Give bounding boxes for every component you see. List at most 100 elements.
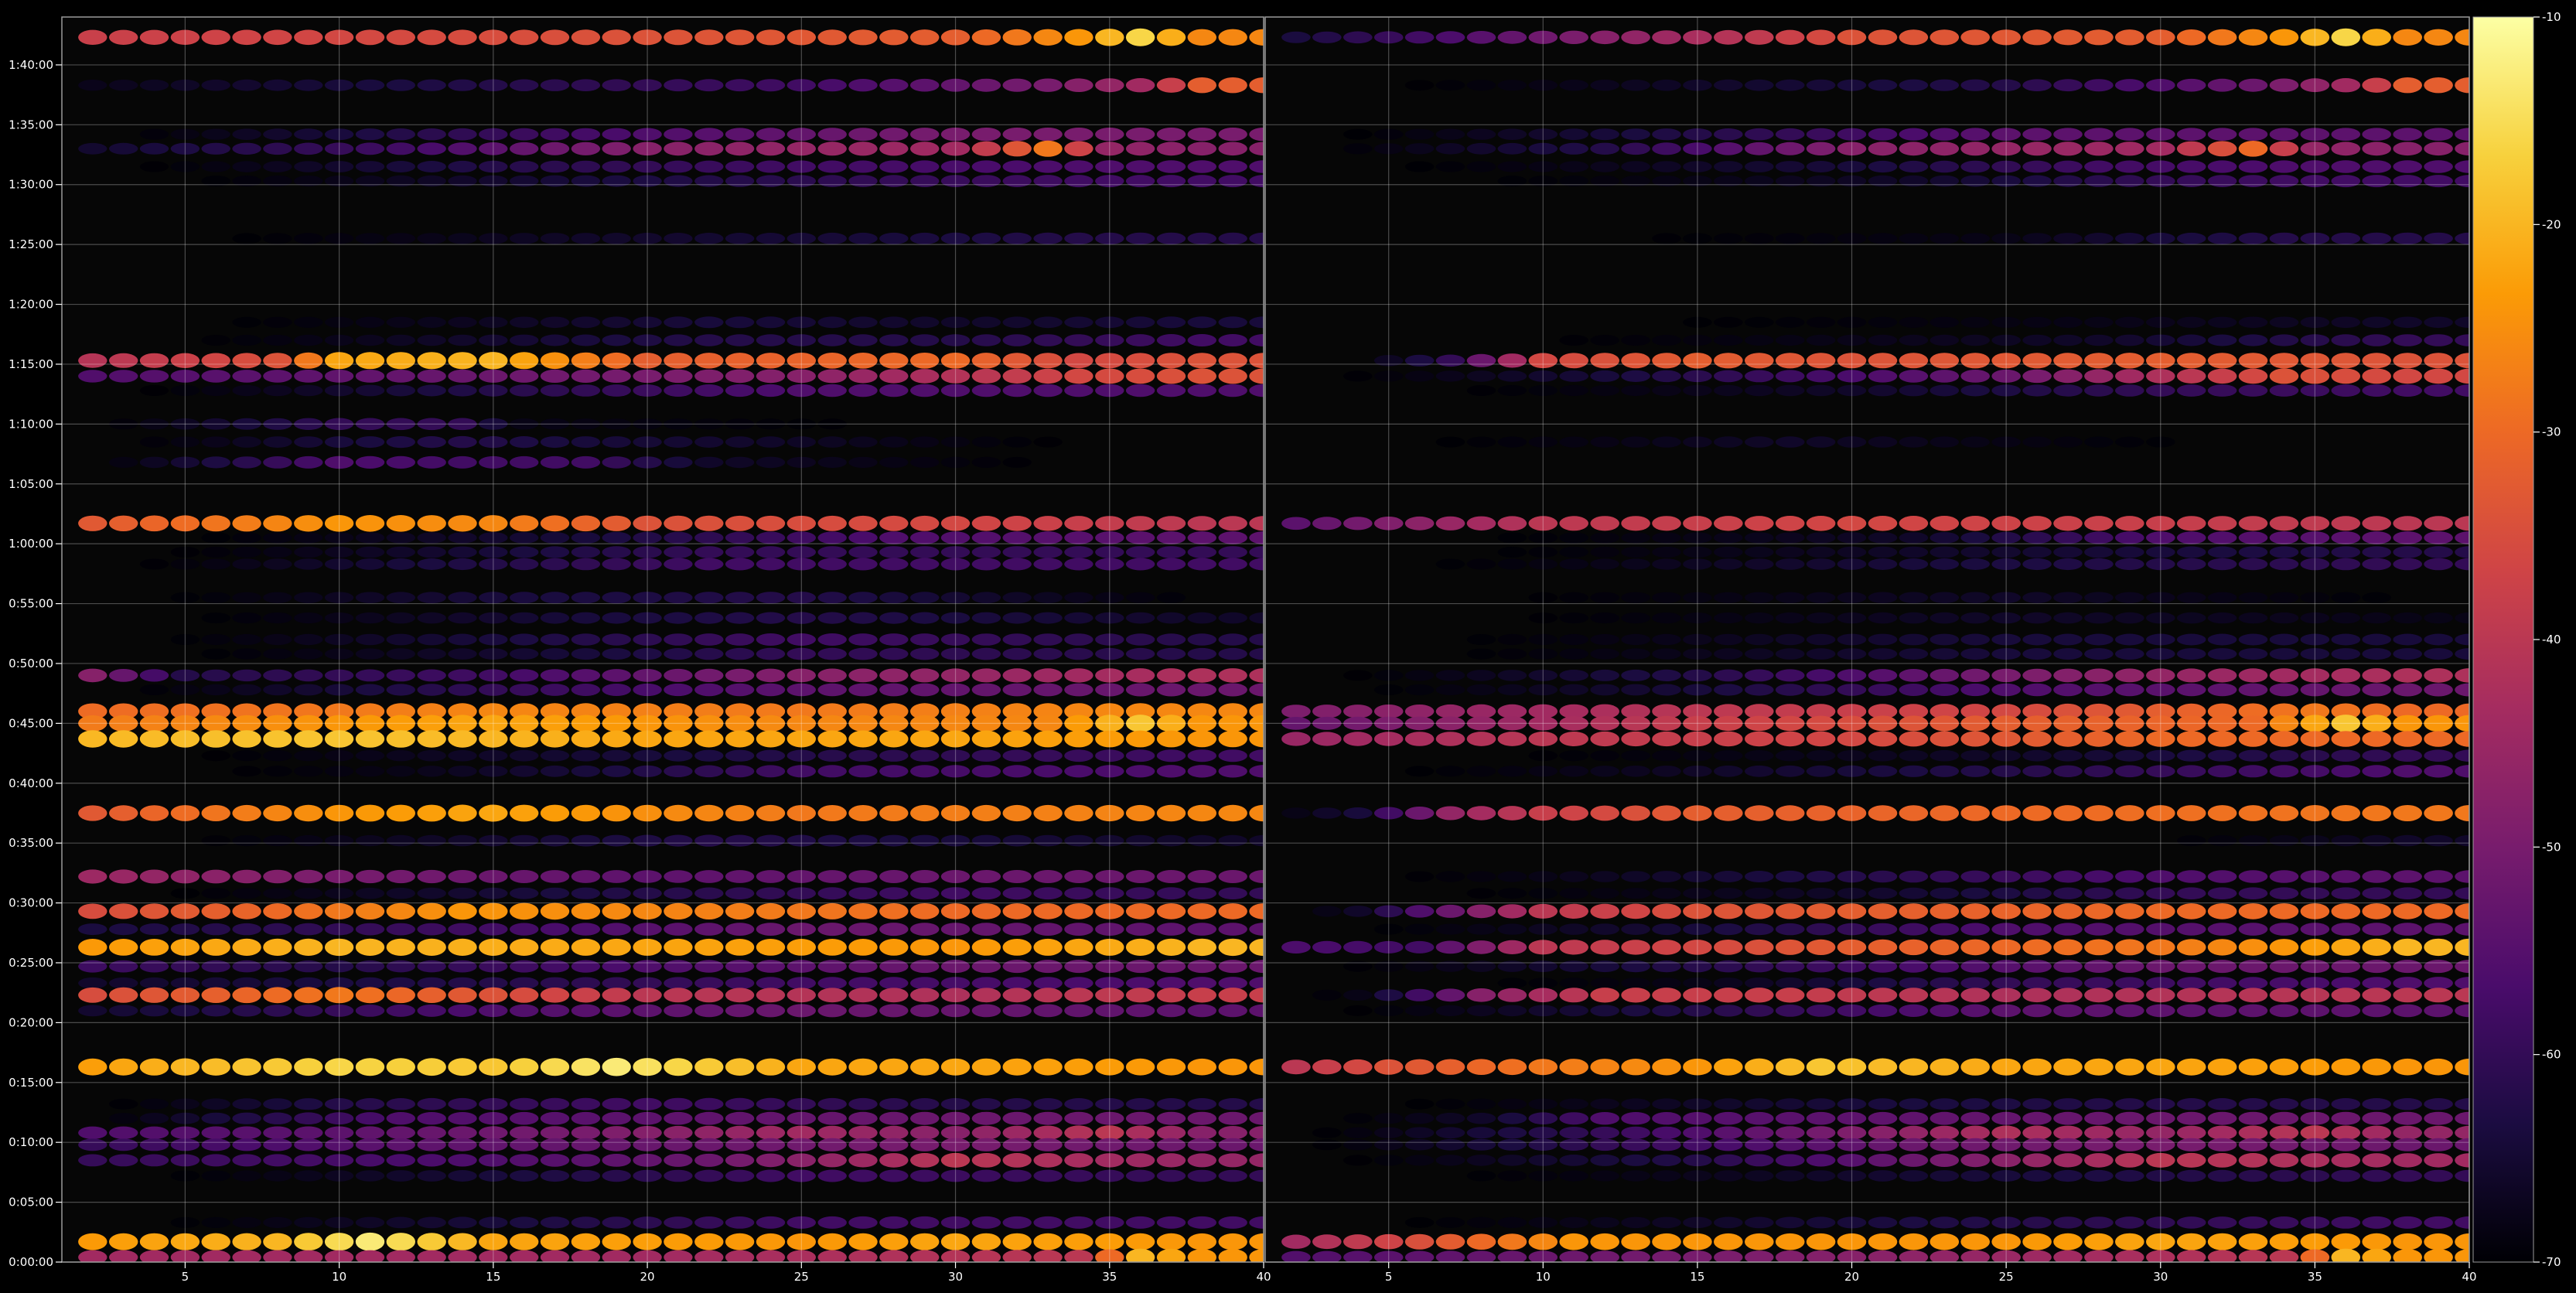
heat-cell (355, 648, 385, 660)
heat-cell (1218, 531, 1247, 544)
heat-cell (263, 684, 292, 696)
heat-cell (510, 532, 539, 544)
heat-cell (2393, 683, 2422, 697)
heat-cell (1621, 988, 1650, 1003)
heat-cell (1960, 1153, 1990, 1168)
heat-cell (1497, 1233, 1527, 1250)
heat-cell (1899, 1138, 1929, 1151)
heat-cell (2053, 977, 2083, 990)
heat-cell (1064, 558, 1094, 571)
y-tick-label: 0:45:00 (9, 716, 53, 730)
heat-cell (1033, 765, 1063, 778)
heat-cell (1899, 546, 1929, 558)
heat-cell (1775, 1138, 1805, 1151)
heat-cell (910, 1098, 940, 1110)
heat-cell (294, 161, 323, 172)
heat-cell (756, 960, 786, 973)
heat-cell (510, 1233, 539, 1250)
heat-cell (294, 334, 323, 346)
heat-cell (2022, 592, 2052, 604)
heat-cell (1156, 368, 1186, 384)
heat-cell (2053, 592, 2083, 604)
heat-cell (232, 1112, 261, 1124)
heat-cell (1125, 128, 1155, 142)
left-heatmap-panel (61, 16, 1264, 1263)
heat-cell (2238, 1004, 2268, 1018)
heat-cell (2115, 160, 2144, 173)
heat-cell (540, 1097, 570, 1110)
heat-cell (2115, 683, 2144, 697)
heat-cell (1929, 1153, 1960, 1167)
heat-cell (1652, 1233, 1681, 1250)
heat-cell (1590, 1138, 1619, 1151)
heat-cell (109, 142, 138, 155)
heat-cell (1156, 558, 1186, 571)
heat-cell (848, 988, 878, 1003)
heat-cell (540, 316, 570, 329)
heat-cell (2331, 316, 2361, 329)
heat-cell (602, 870, 631, 883)
heat-cell (1714, 871, 1743, 882)
heat-cell (879, 78, 909, 92)
heat-cell (139, 1154, 169, 1167)
heat-cell (2238, 765, 2268, 778)
heat-cell (355, 532, 385, 544)
heat-cell (879, 29, 909, 46)
heat-cell (448, 79, 477, 91)
heat-cell (540, 1126, 570, 1140)
heat-cell (1652, 888, 1681, 899)
heat-cell (2022, 633, 2052, 646)
heat-cell (78, 1005, 107, 1017)
heat-cell (2115, 988, 2144, 1003)
heat-cell (2022, 79, 2052, 91)
heat-cell (879, 1216, 909, 1229)
heat-cell (2176, 531, 2206, 544)
heat-cell (1497, 648, 1527, 660)
heat-cell (263, 804, 292, 822)
heat-cell (1002, 141, 1032, 157)
heat-cell (1745, 370, 1774, 383)
heat-cell (540, 938, 570, 956)
heat-cell (1466, 923, 1496, 935)
heat-cell (817, 1111, 847, 1125)
heat-cell (848, 1169, 878, 1182)
heat-cell (355, 142, 385, 155)
heat-cell (2207, 141, 2237, 157)
heat-cell (1745, 1138, 1774, 1151)
heat-cell (1745, 516, 1774, 531)
heat-cell (1590, 731, 1619, 747)
heat-cell (386, 730, 415, 748)
heat-cell (1497, 1155, 1527, 1166)
heat-cell (1033, 730, 1063, 748)
heat-cell (910, 369, 940, 384)
heat-cell (1929, 977, 1960, 990)
heat-cell (1806, 1233, 1836, 1250)
heat-cell (139, 730, 169, 748)
heat-cell (1218, 683, 1247, 697)
heat-cell (448, 369, 477, 383)
heat-cell (1187, 647, 1217, 660)
heat-cell (1466, 353, 1496, 367)
heat-cell (664, 1125, 693, 1140)
heat-cell (571, 765, 601, 777)
heat-cell (1899, 669, 1929, 682)
heat-cell (2115, 1125, 2144, 1140)
heat-cell (2331, 633, 2361, 646)
heat-cell (910, 923, 940, 936)
heat-cell (2238, 1216, 2268, 1229)
heat-cell (664, 1169, 693, 1182)
heat-cell (571, 938, 601, 956)
heat-cell (879, 384, 909, 397)
heat-cell (1929, 353, 1960, 369)
heat-cell (756, 1169, 786, 1182)
heat-cell (232, 730, 261, 748)
heat-cell (109, 80, 138, 91)
heat-cell (1775, 316, 1805, 328)
x-tick-label: 10 (1536, 1270, 1551, 1284)
heat-cell (540, 515, 570, 532)
heat-cell (2115, 612, 2144, 624)
heat-cell (2393, 384, 2422, 397)
heat-cell (1929, 532, 1960, 544)
heat-cell (78, 142, 107, 155)
heat-cell (2331, 175, 2361, 188)
